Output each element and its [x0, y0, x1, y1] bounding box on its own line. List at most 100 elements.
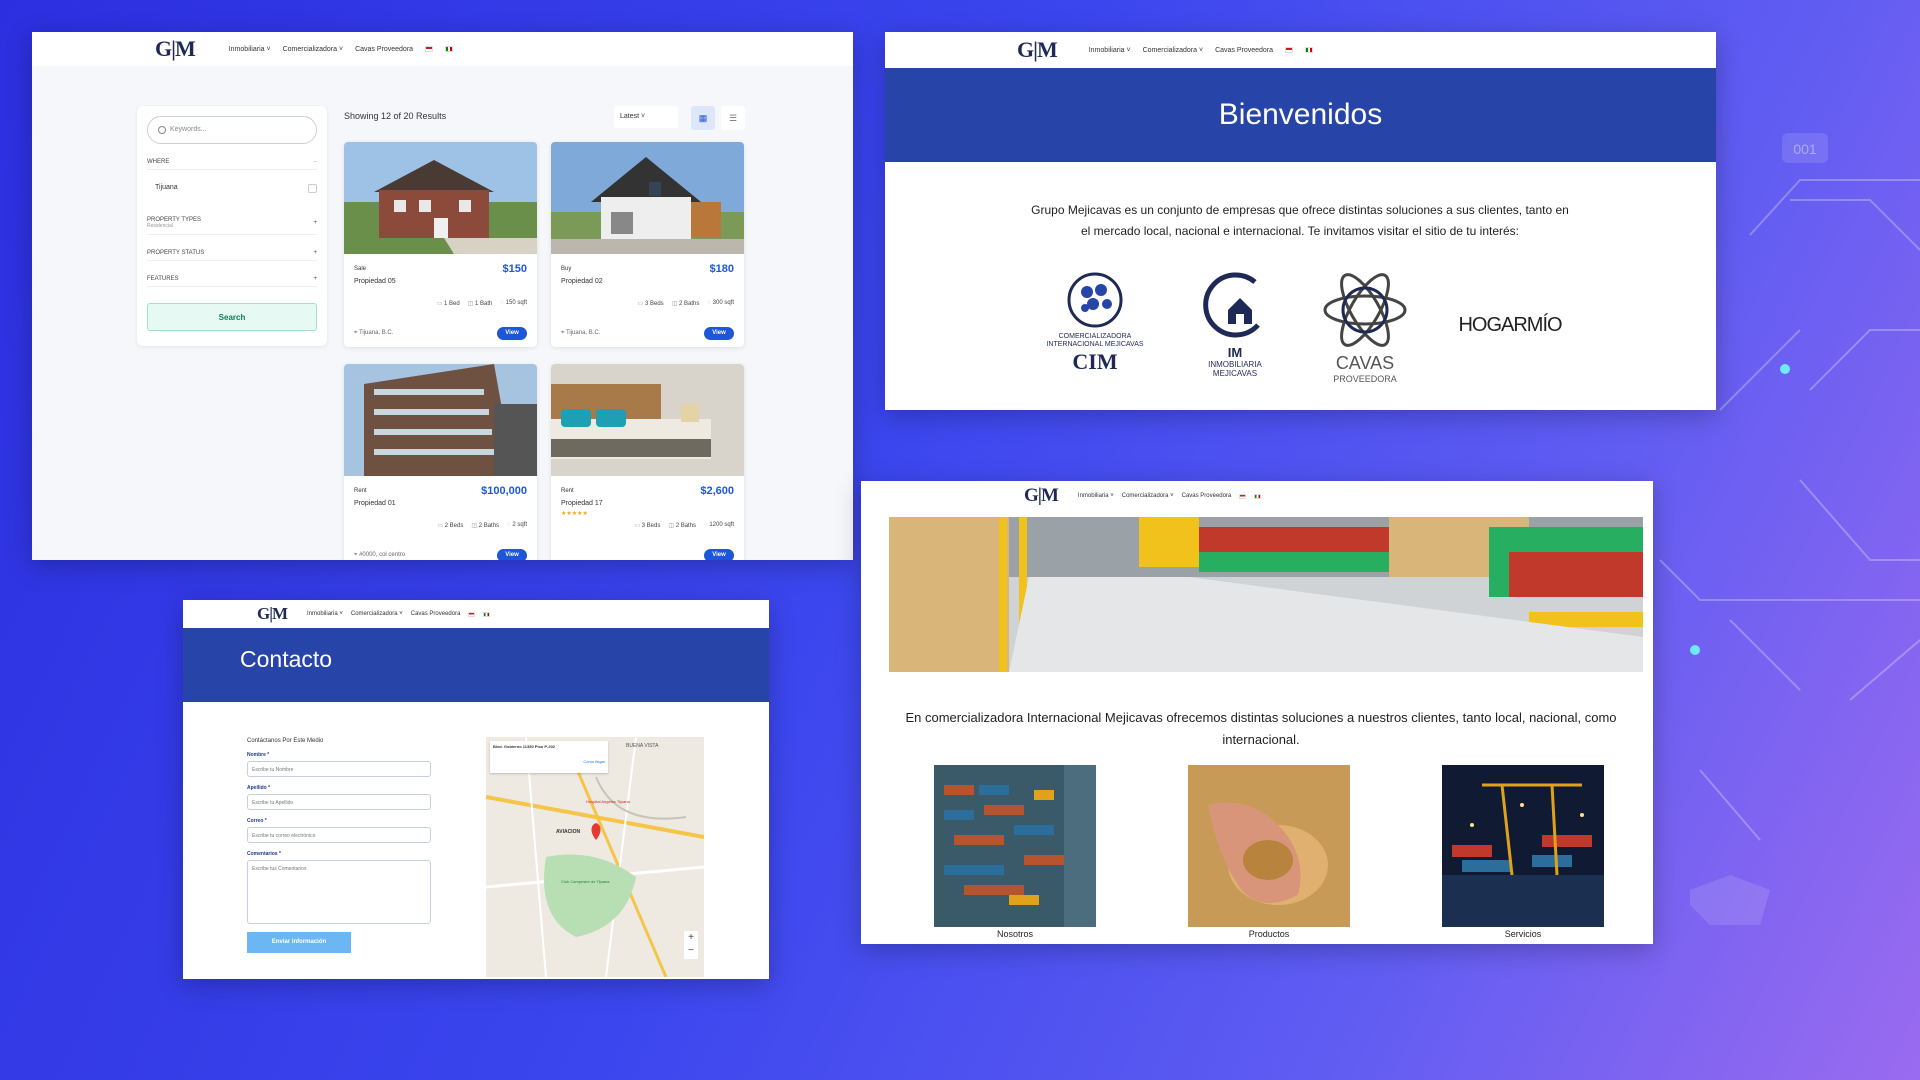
flag-mx-icon[interactable] [1305, 47, 1314, 53]
property-name[interactable]: Propiedad 01 [354, 500, 396, 507]
property-location: ⌖ Tijuana, B.C. [354, 330, 394, 336]
property-location: ⌖ #0000, col centro [354, 552, 406, 558]
form-subtitle: Contáctanos Por Este Medio [247, 738, 324, 744]
view-button[interactable]: View [704, 549, 734, 560]
bath-icon: ◫ [671, 301, 678, 307]
warehouse-banner [889, 517, 1643, 672]
features-filter[interactable]: FEATURES + [147, 271, 317, 287]
flag-us-icon[interactable] [425, 46, 434, 52]
area-icon: ◌ [704, 522, 708, 528]
correo-label: Correo * [247, 818, 267, 824]
map[interactable]: Blvd. Gobierno 11350 Piso P-202 Cómo lle… [486, 737, 704, 977]
tile-nosotros-image[interactable] [934, 765, 1096, 927]
nav-inmobiliaria[interactable]: Inmobiliaria ˅ [1078, 493, 1114, 499]
top-nav: G|M Inmobiliaria ˅ Comercializadora ˅ Ca… [32, 32, 853, 66]
flag-mx-icon[interactable] [483, 611, 491, 617]
property-meta: ▭ 3 Beds ◫ 2 Baths ◌ 1200 sqft [634, 522, 734, 529]
correo-field[interactable]: Escribe tu correo electrónico [247, 827, 431, 843]
top-nav: G|M Inmobiliaria ˅ Comercializadora ˅ Ca… [885, 32, 1716, 68]
brand-cavas[interactable]: CAVAS PROVEEDORA [1315, 272, 1415, 384]
grid-view-icon[interactable]: ▦ [691, 106, 715, 130]
comentarios-field[interactable]: Escribe tus Comentarios [247, 860, 431, 924]
top-nav: G|M Inmobiliaria ˅ Comercializadora ˅ Ca… [861, 481, 1653, 511]
tile-nosotros-label[interactable]: Nosotros [934, 929, 1096, 939]
property-name[interactable]: Propiedad 02 [561, 278, 603, 285]
view-button[interactable]: View [704, 327, 734, 340]
list-view-icon[interactable]: ☰ [721, 106, 745, 130]
property-name[interactable]: Propiedad 05 [354, 278, 396, 285]
area-icon: ◌ [707, 300, 711, 306]
checkbox[interactable] [308, 184, 317, 193]
rating-stars: ★★★★★ [561, 511, 588, 517]
property-price: $100,000 [481, 485, 527, 497]
tile-servicios-label[interactable]: Servicios [1442, 929, 1604, 939]
view-button[interactable]: View [497, 327, 527, 340]
directions-link[interactable]: Cómo llegar [493, 759, 605, 764]
property-name[interactable]: Propiedad 17 [561, 500, 603, 507]
globe-icon [1067, 272, 1123, 328]
brand-inmobiliaria[interactable]: IM INMOBILIARIA MEJICAVAS [1185, 270, 1285, 378]
property-status: Rent [354, 488, 367, 494]
property-card[interactable]: Sale $150 Propiedad 05 ▭ 1 Bed ◫ 1 Bath ◌ … [344, 142, 537, 347]
area-icon: ◌ [507, 522, 511, 528]
map-canvas[interactable] [486, 737, 704, 977]
submit-button[interactable]: Enviar información [247, 932, 351, 953]
flag-us-icon[interactable] [1285, 47, 1294, 53]
property-types-filter[interactable]: PROPERTY TYPES Residencial + [147, 211, 317, 235]
tile-productos-image[interactable] [1188, 765, 1350, 927]
tile-servicios-image[interactable] [1442, 765, 1604, 927]
property-price: $180 [709, 263, 734, 275]
logo[interactable]: G|M [155, 36, 196, 62]
property-meta: ▭ 2 Beds ◫ 2 Baths ◌ 2 sqft [437, 522, 527, 529]
logo[interactable]: G|M [1017, 37, 1058, 63]
flag-us-icon[interactable] [1239, 493, 1247, 499]
top-nav: G|M Inmobiliaria ˅ Comercializadora ˅ Ca… [183, 600, 769, 628]
trading-screenshot: G|M Inmobiliaria ˅ Comercializadora ˅ Ca… [861, 481, 1653, 944]
property-location: ⌖ Tijuana, B.C. [561, 330, 601, 336]
nav-inmobiliaria[interactable]: Inmobiliaria ˅ [229, 46, 271, 53]
zoom-controls[interactable]: + − [684, 931, 698, 959]
page-title: Bienvenidos [885, 68, 1716, 162]
brand-comercializadora[interactable]: COMERCIALIZADORA INTERNACIONAL MEJICAVAS… [1035, 272, 1155, 375]
nav-cavas[interactable]: Cavas Proveedora [1182, 493, 1232, 499]
view-button[interactable]: View [497, 549, 527, 560]
brand-hogarmio[interactable]: HOGARMÍO [1445, 314, 1575, 337]
nav-comercializadora[interactable]: Comercializadora ˅ [351, 611, 403, 617]
where-filter[interactable]: WHERE – [147, 154, 317, 170]
nombre-field[interactable]: Escribe tu Nombre [247, 761, 431, 777]
keywords-input[interactable]: Keywords... [147, 116, 317, 144]
tile-productos-label[interactable]: Productos [1188, 929, 1350, 939]
house-icon [1203, 272, 1260, 338]
nombre-label: Nombre * [247, 752, 270, 758]
flag-us-icon[interactable] [468, 611, 476, 617]
contact-form: Contáctanos Por Este Medio Nombre * Escr… [247, 738, 431, 953]
nav-inmobiliaria[interactable]: Inmobiliaria ˅ [1089, 47, 1131, 54]
property-photo [551, 364, 744, 476]
contact-screenshot: G|M Inmobiliaria ˅ Comercializadora ˅ Ca… [183, 600, 769, 979]
bed-icon: ▭ [637, 301, 644, 307]
where-option-tijuana[interactable]: Tijuana [147, 170, 317, 201]
logo[interactable]: G|M [257, 604, 288, 624]
nav-comercializadora[interactable]: Comercializadora ˅ [1122, 493, 1174, 499]
flag-mx-icon[interactable] [1254, 493, 1262, 499]
area-icon: ◌ [500, 300, 504, 306]
property-card[interactable]: Buy $180 Propiedad 02 ▭ 3 Beds ◫ 2 Baths ◌… [551, 142, 744, 347]
nav-comercializadora[interactable]: Comercializadora ˅ [283, 46, 344, 53]
property-status-filter[interactable]: PROPERTY STATUS + [147, 245, 317, 261]
bed-icon: ▭ [436, 301, 443, 307]
search-button[interactable]: Search [147, 303, 317, 331]
sort-select[interactable]: Latest ˅ [614, 106, 678, 128]
bath-icon: ◫ [668, 523, 675, 529]
nav-inmobiliaria[interactable]: Inmobiliaria ˅ [307, 611, 343, 617]
apellido-field[interactable]: Escribe tu Apellido [247, 794, 431, 810]
nav-cavas[interactable]: Cavas Proveedora [1215, 47, 1273, 54]
property-card[interactable]: Rent $2,600 Propiedad 17 ★★★★★ ▭ 3 Beds ◫… [551, 364, 744, 560]
nav-cavas[interactable]: Cavas Proveedora [355, 46, 413, 53]
property-card[interactable]: Rent $100,000 Propiedad 01 ▭ 2 Beds ◫ 2 B… [344, 364, 537, 560]
atom-icon [1323, 273, 1407, 347]
nav-comercializadora[interactable]: Comercializadora ˅ [1143, 47, 1204, 54]
nav-cavas[interactable]: Cavas Proveedora [411, 611, 461, 617]
logo[interactable]: G|M [1024, 485, 1059, 507]
page-title: Contacto [183, 628, 769, 702]
flag-mx-icon[interactable] [445, 46, 454, 52]
